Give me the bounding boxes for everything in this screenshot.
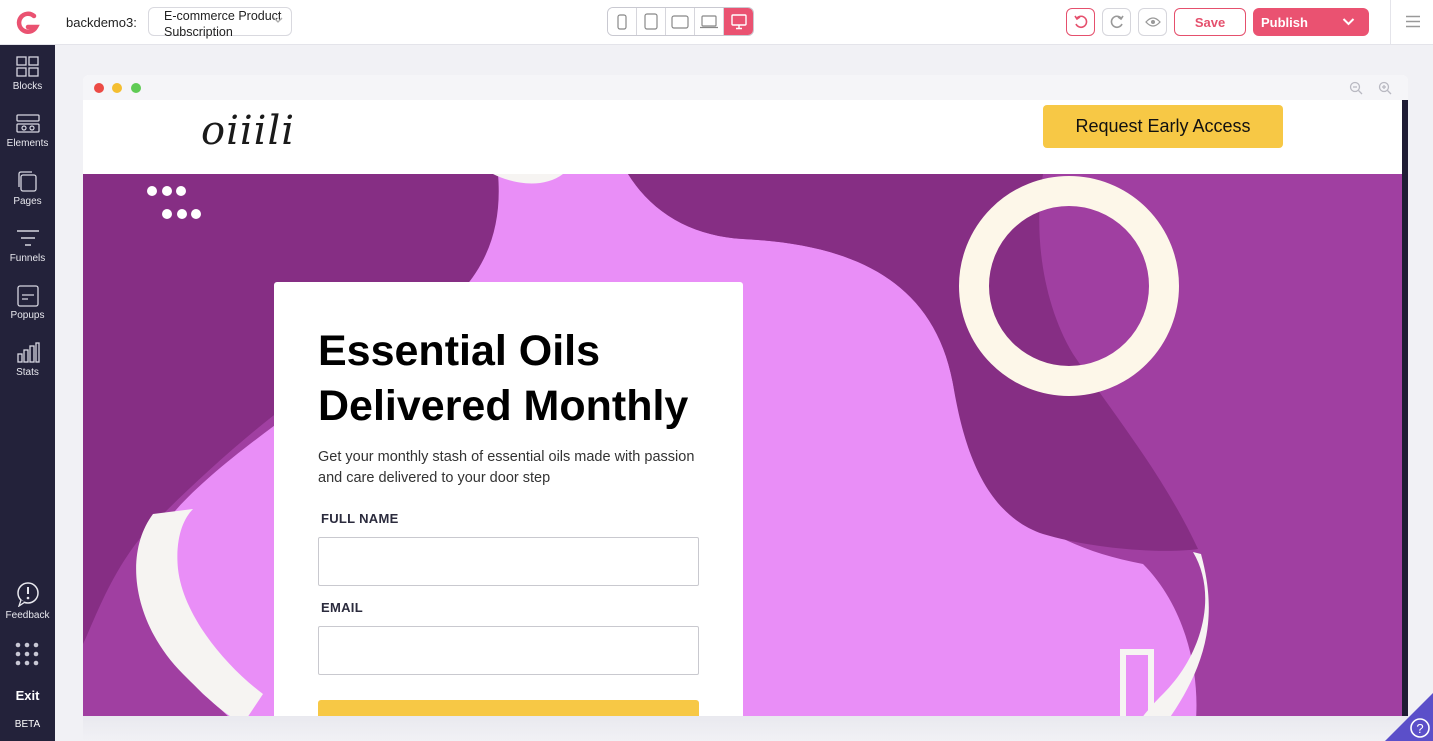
preview-button[interactable]: [1138, 8, 1167, 36]
sidebar-item-label: Elements: [6, 138, 49, 149]
site-header: oiiili Request Early Access: [83, 100, 1402, 174]
sidebar-item-label: Stats: [16, 367, 39, 378]
app-logo-icon: [16, 11, 40, 34]
hero-description: Get your monthly stash of essential oils…: [318, 449, 695, 486]
sidebar: Blocks Elements Pages Funnels Popups Sta…: [0, 45, 55, 741]
page-select-line1: E-commerce Product: [164, 9, 282, 23]
page-select[interactable]: E-commerce Product Subscription: [148, 7, 292, 39]
redo-button[interactable]: [1102, 8, 1131, 36]
window-maximize-dot: [131, 83, 141, 93]
brand-logo[interactable]: oiiili: [201, 108, 295, 154]
chevron-down-icon[interactable]: [1342, 17, 1355, 26]
top-bar: backdemo3: E-commerce Product Subscripti…: [0, 0, 1433, 45]
stats-icon: [16, 342, 40, 363]
sidebar-item-funnels[interactable]: Funnels: [0, 228, 55, 264]
undo-icon: [1073, 15, 1087, 29]
sidebar-item-elements[interactable]: Elements: [0, 113, 55, 149]
redo-icon: [1110, 15, 1124, 29]
sidebar-item-stats[interactable]: Stats: [0, 342, 55, 378]
signup-card: Essential Oils Delivered Monthly Get you…: [274, 282, 743, 741]
popups-icon: [16, 285, 39, 307]
feedback-icon: [16, 582, 39, 607]
device-desktop-button[interactable]: [724, 8, 753, 35]
apps-grid-icon[interactable]: [15, 642, 39, 666]
sidebar-item-label: Funnels: [9, 253, 46, 264]
canvas-bottom-edge: [83, 716, 1408, 741]
sidebar-item-pages[interactable]: Pages: [0, 171, 55, 207]
email-label: EMAIL: [321, 600, 363, 615]
save-button[interactable]: Save: [1174, 8, 1246, 36]
full-name-input[interactable]: [318, 537, 699, 586]
publish-label: Publish: [1261, 14, 1308, 30]
beta-badge: BETA: [14, 719, 41, 730]
exit-button[interactable]: Exit: [0, 688, 55, 703]
sidebar-item-blocks[interactable]: Blocks: [0, 56, 55, 92]
undo-button[interactable]: [1066, 8, 1095, 36]
sidebar-item-feedback[interactable]: Feedback: [0, 581, 55, 621]
frame-titlebar: [83, 75, 1408, 100]
zoom-in-icon[interactable]: [1378, 81, 1392, 95]
sidebar-item-popups[interactable]: Popups: [0, 285, 55, 321]
tablet-landscape-icon: [671, 14, 689, 29]
full-name-label: FULL NAME: [321, 511, 399, 526]
page-title: Essential Oils Delivered Monthly: [318, 327, 689, 430]
mobile-icon: [617, 13, 627, 30]
canvas-scrollbar[interactable]: [1402, 100, 1408, 741]
hero-section: Essential Oils Delivered Monthly Get you…: [83, 174, 1402, 741]
page-select-line2: Subscription: [164, 25, 233, 39]
elements-icon: [15, 114, 40, 133]
eye-icon: [1144, 17, 1161, 27]
canvas-frame: oiiili Request Early Access Essential Oi…: [83, 75, 1408, 741]
funnels-icon: [16, 230, 39, 246]
window-close-dot: [94, 83, 104, 93]
device-mobile-button[interactable]: [608, 8, 637, 35]
window-minimize-dot: [112, 83, 122, 93]
device-switcher: [607, 7, 754, 36]
hamburger-menu-icon[interactable]: [1406, 15, 1420, 28]
chevron-down-icon: [273, 17, 283, 23]
email-input[interactable]: [318, 626, 699, 675]
request-early-access-button[interactable]: Request Early Access: [1043, 105, 1283, 148]
pages-icon: [17, 171, 37, 192]
sidebar-item-label: Pages: [13, 196, 42, 207]
zoom-out-icon[interactable]: [1349, 81, 1363, 95]
tablet-icon: [644, 13, 658, 30]
device-tablet-button[interactable]: [637, 8, 666, 35]
desktop-icon: [730, 13, 747, 29]
blocks-icon: [15, 56, 39, 77]
sidebar-item-label: Popups: [10, 310, 45, 321]
device-laptop-button[interactable]: [695, 8, 724, 35]
device-tablet-landscape-button[interactable]: [666, 8, 695, 35]
laptop-icon: [700, 14, 718, 28]
app-logo[interactable]: [0, 0, 55, 45]
feedback-label: Feedback: [5, 610, 50, 621]
publish-button[interactable]: Publish: [1253, 8, 1369, 36]
help-icon[interactable]: ?: [1385, 693, 1433, 741]
account-label: backdemo3:: [66, 15, 137, 30]
svg-text:?: ?: [1416, 721, 1423, 736]
divider: [1390, 0, 1391, 45]
sidebar-item-label: Blocks: [12, 81, 43, 92]
